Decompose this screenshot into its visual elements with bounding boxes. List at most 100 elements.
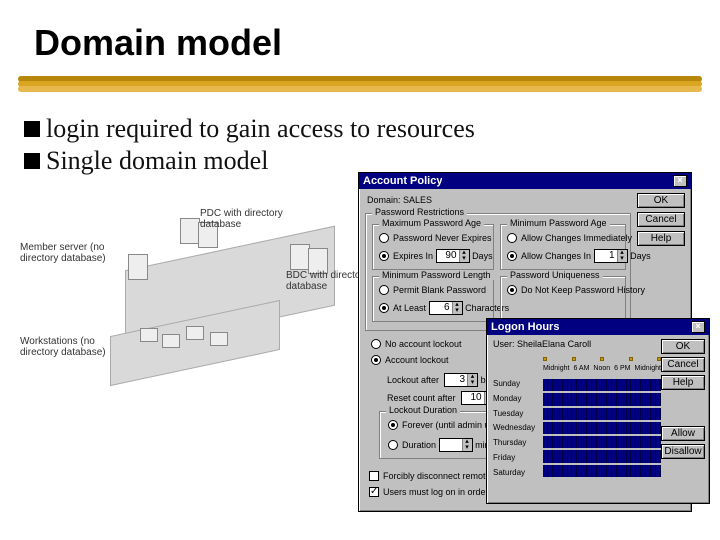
reset-count-label: Reset count after — [387, 393, 456, 403]
titlebar[interactable]: Account Policy × — [359, 173, 691, 189]
lockout-after-label: Lockout after — [387, 375, 439, 385]
time-marker-row — [543, 357, 661, 365]
chevron-down-icon[interactable]: ▾ — [617, 256, 627, 262]
group-legend: Lockout Duration — [386, 405, 460, 415]
hours-row[interactable] — [543, 408, 661, 420]
hour-cell[interactable] — [656, 379, 661, 391]
logon-hours-grid[interactable] — [543, 379, 661, 477]
help-button[interactable]: Help — [661, 375, 705, 390]
radio-expires-in[interactable] — [379, 251, 389, 261]
group-uniqueness: Password Uniqueness Do Not Keep Password… — [500, 276, 626, 322]
min-length-stepper[interactable]: 6 ▴▾ — [429, 301, 463, 315]
close-icon[interactable]: × — [691, 321, 705, 333]
checkbox-force-disconnect[interactable] — [369, 471, 379, 481]
chevron-down-icon[interactable]: ▾ — [452, 308, 462, 314]
hours-row[interactable] — [543, 379, 661, 391]
radio-label: Allow Changes In — [521, 251, 591, 261]
hour-cell[interactable] — [656, 450, 661, 462]
group-legend: Password Uniqueness — [507, 270, 603, 280]
radio-label: Duration — [402, 440, 436, 450]
bullet-item: login required to gain access to resourc… — [24, 114, 720, 144]
lockout-after-value: 3 — [445, 374, 467, 386]
allow-button[interactable]: Allow — [661, 426, 705, 441]
chevron-down-icon[interactable]: ▾ — [462, 445, 472, 451]
ok-button[interactable]: OK — [637, 193, 685, 208]
group-password-restrictions: Password Restrictions Maximum Password A… — [365, 213, 631, 331]
cancel-button[interactable]: Cancel — [637, 212, 685, 227]
chevron-down-icon[interactable]: ▾ — [459, 256, 469, 262]
logon-hours-dialog: Logon Hours × User: SheilaElana Caroll O… — [486, 318, 710, 504]
radio-label: At Least — [393, 303, 426, 313]
page-title: Domain model — [0, 0, 720, 68]
hour-cell[interactable] — [656, 465, 661, 477]
radio-never-expires[interactable] — [379, 233, 389, 243]
hour-cell[interactable] — [656, 422, 661, 434]
chevron-down-icon[interactable]: ▾ — [467, 380, 477, 386]
expires-days-value: 90 — [437, 250, 459, 262]
sun-icon — [657, 357, 661, 361]
group-legend: Maximum Password Age — [379, 218, 484, 228]
tick-label: 6 AM — [573, 365, 589, 372]
hours-row[interactable] — [543, 393, 661, 405]
bullet-list: login required to gain access to resourc… — [0, 94, 720, 176]
radio-label: No account lockout — [385, 339, 462, 349]
expires-days-stepper[interactable]: 90 ▴▾ — [436, 249, 470, 263]
radio-forever[interactable] — [388, 420, 398, 430]
radio-permit-blank[interactable] — [379, 285, 389, 295]
hour-cell[interactable] — [656, 408, 661, 420]
allow-days-stepper[interactable]: 1 ▴▾ — [594, 249, 628, 263]
group-legend: Password Restrictions — [372, 207, 467, 217]
diagram-label-workstations: Workstations (no directory database) — [20, 336, 130, 358]
ok-button[interactable]: OK — [661, 339, 705, 354]
hours-row[interactable] — [543, 465, 661, 477]
day-label: Sunday — [493, 379, 541, 388]
lockout-after-stepper[interactable]: 3 ▴▾ — [444, 373, 478, 387]
bullet-text: login required to gain access to resourc… — [46, 114, 475, 144]
window-title: Account Policy — [363, 175, 442, 187]
help-button[interactable]: Help — [637, 231, 685, 246]
titlebar[interactable]: Logon Hours × — [487, 319, 709, 335]
hours-row[interactable] — [543, 450, 661, 462]
day-label: Friday — [493, 453, 541, 462]
unit-label: Days — [630, 251, 651, 261]
duration-stepper[interactable]: ▴▾ — [439, 438, 473, 452]
window-title: Logon Hours — [491, 321, 559, 333]
sun-icon — [543, 357, 547, 361]
sun-icon — [629, 357, 633, 361]
tick-label: Midnight — [635, 365, 661, 372]
tick-label: Midnight — [543, 365, 569, 372]
min-length-value: 6 — [430, 302, 452, 314]
domain-value: SALES — [403, 195, 432, 205]
hour-cell[interactable] — [656, 393, 661, 405]
radio-duration[interactable] — [388, 440, 398, 450]
day-label: Thursday — [493, 438, 541, 447]
radio-label: Permit Blank Password — [393, 285, 486, 295]
disallow-button[interactable]: Disallow — [661, 444, 705, 459]
radio-allow-immediately[interactable] — [507, 233, 517, 243]
radio-no-history[interactable] — [507, 285, 517, 295]
group-max-age: Maximum Password Age Password Never Expi… — [372, 224, 494, 270]
bullet-icon — [24, 153, 40, 169]
radio-at-least[interactable] — [379, 303, 389, 313]
bullet-icon — [24, 121, 40, 137]
radio-allow-changes-in[interactable] — [507, 251, 517, 261]
allow-days-value: 1 — [595, 250, 617, 262]
hours-row[interactable] — [543, 422, 661, 434]
hour-cell[interactable] — [656, 436, 661, 448]
user-label: User: — [493, 339, 515, 349]
hours-row[interactable] — [543, 436, 661, 448]
radio-label: Allow Changes Immediately — [521, 233, 632, 243]
checkbox-must-logon[interactable] — [369, 487, 379, 497]
radio-label: Password Never Expires — [393, 233, 492, 243]
day-label: Tuesday — [493, 409, 541, 418]
group-legend: Minimum Password Age — [507, 218, 610, 228]
close-icon[interactable]: × — [673, 175, 687, 187]
radio-no-lockout[interactable] — [371, 339, 381, 349]
radio-account-lockout[interactable] — [371, 355, 381, 365]
group-min-age: Minimum Password Age Allow Changes Immed… — [500, 224, 626, 270]
reset-count-value: 10 — [462, 392, 484, 404]
radio-label: Expires In — [393, 251, 433, 261]
time-tick-labels: Midnight 6 AM Noon 6 PM Midnight — [543, 365, 661, 372]
user-value: SheilaElana Caroll — [517, 339, 591, 349]
cancel-button[interactable]: Cancel — [661, 357, 705, 372]
